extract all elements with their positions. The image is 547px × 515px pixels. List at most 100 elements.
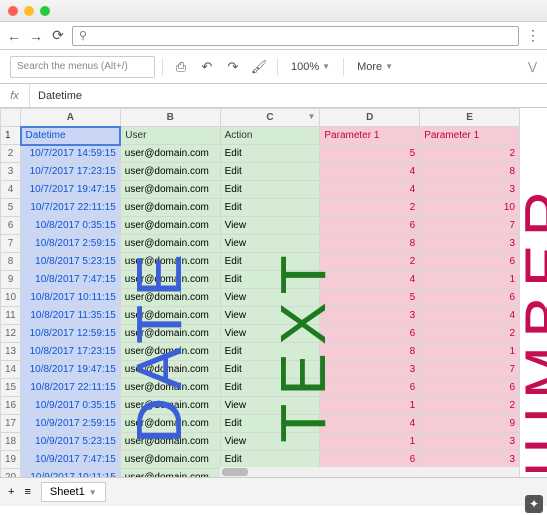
column-header-d[interactable]: D xyxy=(320,109,420,127)
table-row[interactable]: 410/7/2017 19:47:15user@domain.comEdit43 xyxy=(1,181,520,199)
cell-action[interactable]: View xyxy=(220,325,320,343)
cell-action[interactable]: Edit xyxy=(220,145,320,163)
chevron-down-icon[interactable]: ▼ xyxy=(89,488,97,497)
table-row[interactable]: 1510/8/2017 22:11:15user@domain.comEdit6… xyxy=(1,379,520,397)
cell-user[interactable]: user@domain.com xyxy=(120,433,220,451)
cell-param2[interactable]: 6 xyxy=(420,253,520,271)
cell-param1[interactable]: 4 xyxy=(320,415,420,433)
table-row[interactable]: 1710/9/2017 2:59:15user@domain.comEdit49 xyxy=(1,415,520,433)
cell-param2[interactable]: 3 xyxy=(420,433,520,451)
address-bar[interactable]: ⚲ xyxy=(72,26,519,46)
cell-datetime[interactable]: 10/7/2017 17:23:15 xyxy=(21,163,121,181)
cell-user[interactable]: user@domain.com xyxy=(120,307,220,325)
cell-datetime[interactable]: 10/9/2017 7:47:15 xyxy=(21,451,121,469)
table-row[interactable]: 210/7/2017 14:59:15user@domain.comEdit52 xyxy=(1,145,520,163)
table-row[interactable]: 1DatetimeUserActionParameter 1Parameter … xyxy=(1,127,520,145)
cell-param1[interactable]: 8 xyxy=(320,343,420,361)
cell-param2[interactable]: 10 xyxy=(420,199,520,217)
cell-param1[interactable]: 4 xyxy=(320,163,420,181)
cell-datetime[interactable]: 10/9/2017 2:59:15 xyxy=(21,415,121,433)
cell-param1[interactable]: 5 xyxy=(320,289,420,307)
row-number[interactable]: 4 xyxy=(1,181,21,199)
chevron-down-icon[interactable]: ▼ xyxy=(307,112,315,121)
row-number[interactable]: 20 xyxy=(1,469,21,479)
cell-param2[interactable]: 6 xyxy=(420,289,520,307)
row-number[interactable]: 3 xyxy=(1,163,21,181)
column-header-b[interactable]: B xyxy=(120,109,220,127)
add-sheet-button[interactable]: + xyxy=(8,486,14,498)
cell-param1[interactable]: 6 xyxy=(320,451,420,469)
paint-format-button[interactable]: 🖌 xyxy=(248,56,270,78)
cell-user[interactable]: user@domain.com xyxy=(120,415,220,433)
cell-datetime[interactable]: 10/7/2017 14:59:15 xyxy=(21,145,121,163)
row-number[interactable]: 9 xyxy=(1,271,21,289)
table-row[interactable]: 810/8/2017 5:23:15user@domain.comEdit26 xyxy=(1,253,520,271)
collapse-toolbar-button[interactable]: ⋁ xyxy=(528,60,537,73)
cell-param1[interactable]: 1 xyxy=(320,397,420,415)
cell-user[interactable]: user@domain.com xyxy=(120,343,220,361)
cell-datetime[interactable]: 10/9/2017 5:23:15 xyxy=(21,433,121,451)
cell-action[interactable]: Edit xyxy=(220,361,320,379)
cell-param1[interactable]: 4 xyxy=(320,271,420,289)
table-row[interactable]: 1310/8/2017 17:23:15user@domain.comEdit8… xyxy=(1,343,520,361)
cell-action[interactable]: View xyxy=(220,433,320,451)
cell-param1[interactable]: 5 xyxy=(320,145,420,163)
cell-param1[interactable]: 2 xyxy=(320,253,420,271)
row-number[interactable]: 19 xyxy=(1,451,21,469)
cell-param2[interactable]: 1 xyxy=(420,271,520,289)
row-number[interactable]: 2 xyxy=(1,145,21,163)
cell-action[interactable]: Edit xyxy=(220,181,320,199)
table-row[interactable]: 1810/9/2017 5:23:15user@domain.comView13 xyxy=(1,433,520,451)
cell-param1[interactable]: 6 xyxy=(320,325,420,343)
scrollbar-thumb[interactable] xyxy=(222,468,248,476)
menu-search-input[interactable]: Search the menus (Alt+/) xyxy=(10,56,155,78)
cell-user[interactable]: user@domain.com xyxy=(120,217,220,235)
cell-param1[interactable]: 6 xyxy=(320,379,420,397)
minimize-window-button[interactable] xyxy=(24,6,34,16)
cell-action[interactable]: Edit xyxy=(220,343,320,361)
cell-datetime[interactable]: 10/8/2017 11:35:15 xyxy=(21,307,121,325)
cell-param1[interactable]: 2 xyxy=(320,199,420,217)
cell-action[interactable]: View xyxy=(220,235,320,253)
cell-user[interactable]: user@domain.com xyxy=(120,379,220,397)
cell-user[interactable]: user@domain.com xyxy=(120,325,220,343)
table-row[interactable]: 910/8/2017 7:47:15user@domain.comEdit41 xyxy=(1,271,520,289)
cell-action[interactable]: Edit xyxy=(220,271,320,289)
cell-datetime[interactable]: 10/8/2017 0:35:15 xyxy=(21,217,121,235)
cell-action[interactable]: Edit xyxy=(220,163,320,181)
formula-input[interactable]: Datetime xyxy=(30,90,547,102)
row-number[interactable]: 7 xyxy=(1,235,21,253)
cell-datetime[interactable]: 10/8/2017 7:47:15 xyxy=(21,271,121,289)
cell-datetime[interactable]: Datetime xyxy=(21,127,121,145)
more-menu[interactable]: More ▼ xyxy=(351,56,399,78)
browser-menu-button[interactable]: ⋮ xyxy=(525,27,541,44)
cell-param2[interactable]: 2 xyxy=(420,145,520,163)
back-button[interactable]: ← xyxy=(6,28,22,44)
row-number[interactable]: 1 xyxy=(1,127,21,145)
cell-action[interactable]: View xyxy=(220,289,320,307)
cell-datetime[interactable]: 10/8/2017 17:23:15 xyxy=(21,343,121,361)
cell-datetime[interactable]: 10/9/2017 0:35:15 xyxy=(21,397,121,415)
reload-button[interactable]: ⟳ xyxy=(50,27,66,44)
cell-user[interactable]: user@domain.com xyxy=(120,451,220,469)
row-number[interactable]: 12 xyxy=(1,325,21,343)
table-row[interactable]: 1410/8/2017 19:47:15user@domain.comEdit3… xyxy=(1,361,520,379)
cell-user[interactable]: user@domain.com xyxy=(120,163,220,181)
select-all-corner[interactable] xyxy=(1,109,21,127)
sheet-tab-1[interactable]: Sheet1 ▼ xyxy=(41,482,106,502)
cell-param2[interactable]: 7 xyxy=(420,361,520,379)
cell-datetime[interactable]: 10/8/2017 10:11:15 xyxy=(21,289,121,307)
cell-param2[interactable]: 3 xyxy=(420,181,520,199)
cell-action[interactable]: Action xyxy=(220,127,320,145)
cell-action[interactable]: View xyxy=(220,217,320,235)
cell-user[interactable]: user@domain.com xyxy=(120,361,220,379)
cell-datetime[interactable]: 10/7/2017 19:47:15 xyxy=(21,181,121,199)
cell-user[interactable]: user@domain.com xyxy=(120,397,220,415)
cell-param2[interactable]: 2 xyxy=(420,325,520,343)
cell-action[interactable]: View xyxy=(220,397,320,415)
row-number[interactable]: 16 xyxy=(1,397,21,415)
cell-datetime[interactable]: 10/7/2017 22:11:15 xyxy=(21,199,121,217)
cell-user[interactable]: user@domain.com xyxy=(120,181,220,199)
cell-param2[interactable]: 6 xyxy=(420,379,520,397)
horizontal-scrollbar[interactable] xyxy=(220,467,519,477)
